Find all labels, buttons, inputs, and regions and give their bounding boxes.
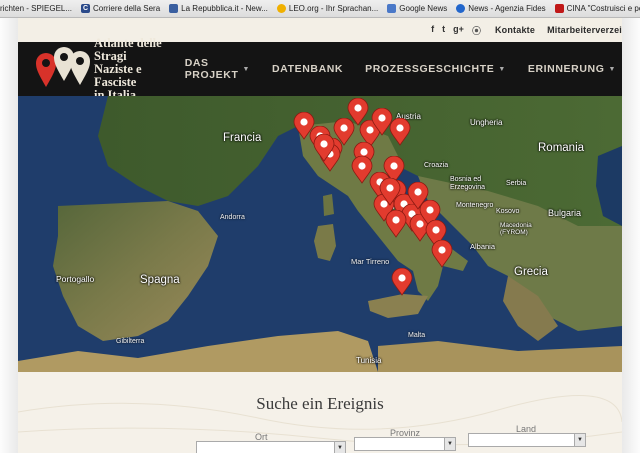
bookmark-label: Corriere della Sera bbox=[93, 4, 161, 13]
label-serbia: Serbia bbox=[506, 180, 527, 187]
kontakte-link[interactable]: Kontakte bbox=[495, 25, 535, 35]
twitter-icon[interactable]: t bbox=[442, 24, 445, 37]
social-links: f t g+ ⦿ bbox=[431, 24, 481, 37]
leo-icon bbox=[276, 4, 286, 13]
site-header: Atlante delle Stragi Naziste e Fasciste … bbox=[18, 36, 622, 101]
fides-icon bbox=[456, 4, 466, 13]
label-gibilterra: Gibilterra bbox=[116, 338, 145, 345]
nav-label: PROZESSGESCHICHTE bbox=[365, 63, 495, 75]
caret-down-icon: ▼ bbox=[608, 65, 616, 73]
bookmark-fides[interactable]: News - Agenzia Fides bbox=[456, 4, 546, 13]
nav-label: DATENBANK bbox=[272, 63, 344, 75]
google-plus-icon[interactable]: g+ bbox=[453, 24, 464, 37]
label-bulgaria: Bulgaria bbox=[548, 208, 582, 218]
nav-label: ERINNERUNG bbox=[527, 63, 605, 75]
google-news-icon bbox=[387, 4, 397, 13]
bookmark-repubblica[interactable]: La Repubblica.it - New... bbox=[169, 4, 268, 13]
label-macedonia: Macedonia (FYROM) bbox=[500, 222, 532, 236]
bookmark-leo[interactable]: LEO.org - Ihr Sprachan... bbox=[276, 4, 379, 13]
label-romania: Romania bbox=[538, 142, 585, 154]
chevron-down-icon: ▼ bbox=[444, 438, 455, 450]
bookmarks-bar: richten - SPIEGEL... C Corriere della Se… bbox=[0, 0, 640, 18]
monitor-bezel-left bbox=[0, 18, 18, 453]
label-malta: Malta bbox=[408, 332, 426, 339]
provinz-select[interactable]: ▼ bbox=[354, 437, 456, 451]
chevron-down-icon: ▼ bbox=[334, 442, 345, 453]
label-tunisia: Tunisia bbox=[356, 356, 382, 365]
map-marker-icon[interactable] bbox=[431, 240, 453, 268]
land-select[interactable]: ▼ bbox=[468, 433, 586, 447]
map-marker-icon[interactable] bbox=[391, 268, 413, 296]
site-title: Atlante delle Stragi Naziste e Fasciste … bbox=[94, 35, 185, 102]
label-ungheria: Ungheria bbox=[470, 118, 503, 127]
label-spagna: Spagna bbox=[140, 274, 180, 286]
map-marker-icon[interactable] bbox=[407, 182, 429, 210]
nav-datenbank[interactable]: DATENBANK bbox=[272, 63, 343, 75]
nav-erinnerung[interactable]: ERINNERUNG ▼ bbox=[528, 63, 616, 75]
label-francia: Francia bbox=[223, 132, 262, 144]
ort-select[interactable]: ▼ bbox=[196, 441, 346, 453]
bookmark-label: News - Agenzia Fides bbox=[468, 4, 546, 13]
bookmark-label: Google News bbox=[399, 4, 448, 13]
site-title-line1: Atlante delle Stragi bbox=[94, 35, 162, 63]
map-marker-icon[interactable] bbox=[389, 118, 411, 146]
bookmark-google-news[interactable]: Google News bbox=[387, 4, 447, 13]
bookmark-label: richten - SPIEGEL... bbox=[0, 4, 73, 13]
label-montenegro: Montenegro bbox=[456, 202, 494, 209]
label-grecia: Grecia bbox=[514, 266, 548, 278]
bookmark-spiegel[interactable]: richten - SPIEGEL... bbox=[0, 4, 72, 13]
caret-down-icon: ▼ bbox=[498, 65, 506, 73]
corriere-icon: C bbox=[81, 4, 91, 13]
label-bosnia: Bosnia ed Erzegovina bbox=[450, 176, 486, 191]
main-nav: DAS PROJEKT ▼ DATENBANK PROZESSGESCHICHTE… bbox=[185, 57, 616, 81]
map-marker-icon[interactable] bbox=[379, 178, 401, 206]
label-portogallo: Portogallo bbox=[56, 274, 95, 284]
nav-label: DAS PROJEKT bbox=[184, 57, 239, 81]
nav-prozessgeschichte[interactable]: PROZESSGESCHICHTE ▼ bbox=[365, 63, 506, 75]
label-andorra: Andorra bbox=[220, 214, 245, 221]
search-title: Suche ein Ereignis bbox=[256, 394, 384, 413]
chevron-down-icon: ▼ bbox=[574, 434, 585, 446]
nav-das-projekt[interactable]: DAS PROJEKT ▼ bbox=[185, 57, 250, 81]
map-marker-icon[interactable] bbox=[313, 134, 335, 162]
pins-logo-icon bbox=[34, 47, 94, 91]
bookmark-label: LEO.org - Ihr Sprachan... bbox=[288, 4, 379, 13]
bookmark-cina[interactable]: CINA "Costruisci e por... bbox=[554, 4, 640, 13]
label-kosovo: Kosovo bbox=[496, 208, 520, 215]
repubblica-icon bbox=[169, 4, 179, 13]
rss-icon[interactable]: ⦿ bbox=[472, 24, 481, 37]
map-marker-icon[interactable] bbox=[385, 210, 407, 238]
search-section: Suche ein Ereignis Ort ▼ Provinz ▼ Land … bbox=[18, 372, 622, 453]
cina-icon bbox=[554, 4, 564, 13]
bookmark-corriere[interactable]: C Corriere della Sera bbox=[81, 4, 160, 13]
mitarbeiter-link[interactable]: Mitarbeiterverzei bbox=[547, 25, 622, 35]
site-logo[interactable]: Atlante delle Stragi Naziste e Fasciste … bbox=[34, 35, 185, 102]
caret-down-icon: ▼ bbox=[242, 65, 250, 73]
satellite-map[interactable]: Francia Austria Ungheria Romania Croazia… bbox=[18, 96, 622, 372]
site-title-line2: Naziste e Fasciste bbox=[94, 61, 142, 89]
label-croazia: Croazia bbox=[424, 162, 449, 169]
bookmark-label: La Repubblica.it - New... bbox=[181, 4, 268, 13]
label-albania: Albania bbox=[470, 242, 496, 251]
label-mar-tirreno: Mar Tirreno bbox=[351, 257, 390, 266]
monitor-bezel-right bbox=[622, 18, 640, 453]
bookmark-label: CINA "Costruisci e por... bbox=[566, 4, 640, 13]
facebook-icon[interactable]: f bbox=[431, 24, 434, 37]
